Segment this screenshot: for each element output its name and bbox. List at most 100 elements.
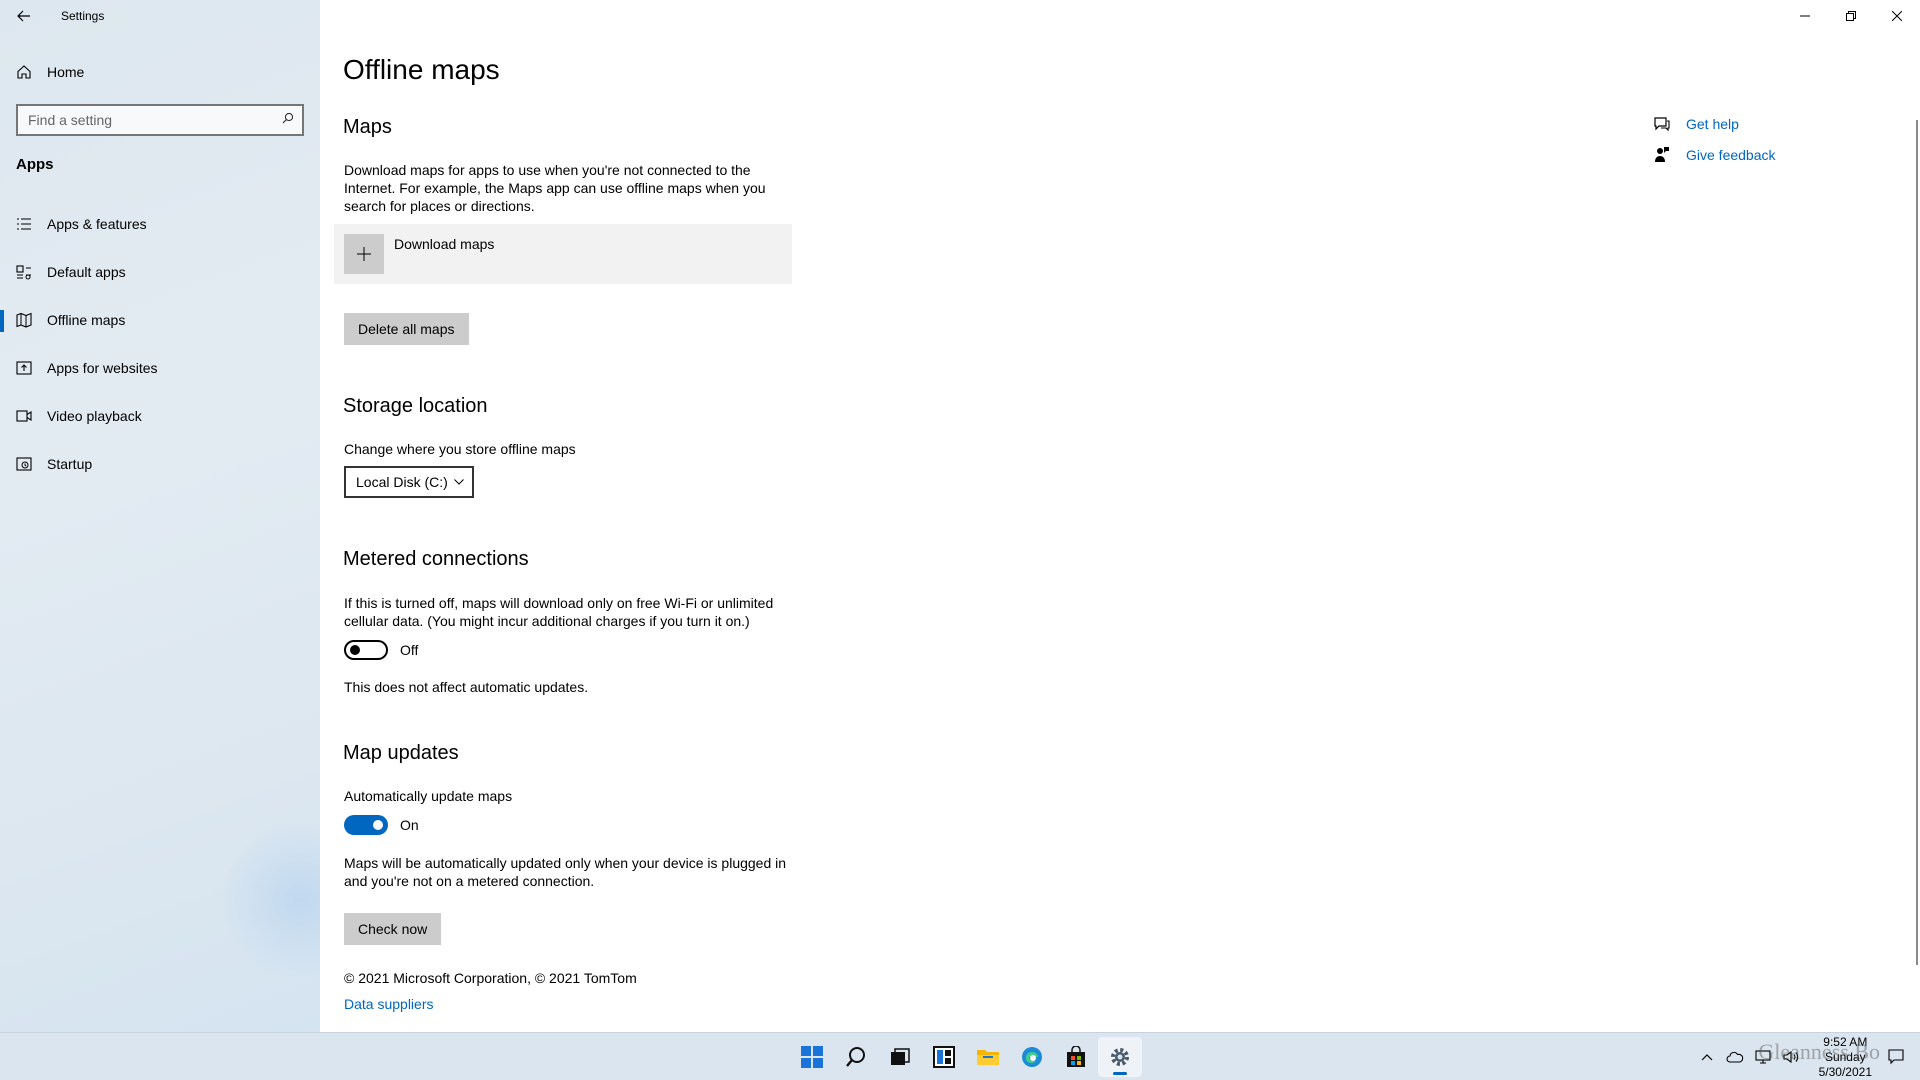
get-help-link[interactable]: Get help	[1652, 108, 1776, 139]
start-icon	[801, 1046, 823, 1068]
minimize-icon	[1800, 15, 1810, 17]
close-button[interactable]	[1874, 0, 1920, 32]
store-icon	[1067, 1046, 1085, 1067]
search-box[interactable]	[16, 104, 304, 136]
auto-update-caption: Automatically update maps	[344, 788, 513, 804]
help-panel: Get help Give feedback	[1652, 108, 1776, 170]
list-icon	[16, 216, 32, 232]
download-maps-button[interactable]: Download maps	[334, 224, 792, 284]
metered-note: This does not affect automatic updates.	[344, 679, 589, 695]
toggle-knob	[373, 820, 383, 830]
storage-location-dropdown[interactable]: Local Disk (C:)	[344, 466, 474, 498]
metered-toggle-state: Off	[400, 642, 419, 658]
storage-heading: Storage location	[343, 395, 488, 417]
search-icon	[846, 1047, 865, 1067]
give-feedback-link[interactable]: Give feedback	[1652, 139, 1776, 170]
widgets-button[interactable]	[922, 1037, 966, 1077]
sidebar-section-title: Apps	[16, 156, 54, 173]
page-title: Offline maps	[343, 54, 500, 85]
get-help-label: Get help	[1686, 115, 1739, 132]
sidebar-item-label: Video playback	[47, 408, 142, 424]
feedback-icon	[1652, 145, 1672, 165]
restore-icon	[1846, 11, 1856, 21]
map-updates-heading: Map updates	[343, 742, 459, 764]
auto-update-toggle[interactable]	[344, 815, 388, 835]
search-input[interactable]	[28, 112, 268, 128]
home-label: Home	[47, 64, 85, 80]
storage-selected-value: Local Disk (C:)	[356, 474, 448, 490]
scrollbar[interactable]	[1916, 120, 1918, 965]
restore-button[interactable]	[1828, 0, 1874, 32]
metered-heading: Metered connections	[343, 548, 529, 570]
close-icon	[1892, 11, 1902, 21]
main-content: Offline maps Maps Download maps for apps…	[320, 0, 1920, 1032]
volume-icon[interactable]	[1779, 1045, 1803, 1069]
maps-heading: Maps	[343, 116, 392, 138]
plus-icon	[344, 234, 384, 274]
sidebar-item-label: Apps for websites	[47, 360, 158, 376]
sidebar-item-apps-for-websites[interactable]: Apps for websites	[0, 344, 320, 392]
system-tray: 9:52 AM Sunday 5/30/2021	[1693, 1033, 1920, 1080]
web-link-icon	[16, 360, 32, 376]
storage-description: Change where you store offline maps	[344, 441, 576, 457]
chevron-down-icon	[454, 479, 464, 485]
maps-description: Download maps for apps to use when you'r…	[344, 162, 766, 214]
sidebar-item-home[interactable]: Home	[0, 56, 320, 88]
search-icon[interactable]	[282, 111, 294, 129]
video-icon	[16, 408, 32, 424]
sidebar: Settings Home Apps Apps & features Defau…	[0, 0, 380, 1032]
metered-description: If this is turned off, maps will downloa…	[344, 595, 774, 629]
map-icon	[16, 312, 32, 328]
title-bar: Settings	[0, 0, 104, 32]
sidebar-nav: Apps & features Default apps Offline map…	[0, 200, 320, 488]
copyright-text: © 2021 Microsoft Corporation, © 2021 Tom…	[344, 970, 637, 986]
download-maps-label: Download maps	[394, 236, 495, 252]
task-view-button[interactable]	[878, 1037, 922, 1077]
sidebar-item-offline-maps[interactable]: Offline maps	[0, 296, 320, 344]
back-button[interactable]	[0, 0, 48, 32]
sidebar-item-label: Startup	[47, 456, 93, 472]
sidebar-item-apps-features[interactable]: Apps & features	[0, 200, 320, 248]
clock[interactable]: 9:52 AM Sunday 5/30/2021	[1819, 1035, 1872, 1080]
network-icon[interactable]	[1751, 1045, 1775, 1069]
sidebar-item-default-apps[interactable]: Default apps	[0, 248, 320, 296]
store-button[interactable]	[1054, 1037, 1098, 1077]
edge-icon	[1022, 1047, 1042, 1067]
default-apps-icon	[16, 264, 32, 280]
minimize-button[interactable]	[1782, 0, 1828, 32]
delete-all-maps-button[interactable]: Delete all maps	[344, 313, 469, 345]
clock-date: 5/30/2021	[1818, 1064, 1872, 1079]
taskbar-search-button[interactable]	[834, 1037, 878, 1077]
file-explorer-button[interactable]	[966, 1037, 1010, 1077]
start-button[interactable]	[790, 1037, 834, 1077]
settings-icon	[1111, 1048, 1129, 1066]
chevron-up-icon[interactable]	[1695, 1045, 1719, 1069]
sidebar-item-startup[interactable]: Startup	[0, 440, 320, 488]
updates-description: Maps will be automatically updated only …	[344, 855, 787, 889]
taskbar: 9:52 AM Sunday 5/30/2021 Gleanness Bo	[0, 1032, 1920, 1080]
clock-time: 9:52 AM	[1823, 1034, 1868, 1049]
settings-taskbar-button[interactable]	[1098, 1037, 1142, 1077]
data-suppliers-link[interactable]: Data suppliers	[344, 996, 434, 1012]
task-view-icon	[891, 1048, 910, 1065]
window-title: Settings	[61, 9, 105, 23]
cloud-icon[interactable]	[1723, 1045, 1747, 1069]
edge-button[interactable]	[1010, 1037, 1054, 1077]
file-explorer-icon	[977, 1050, 999, 1065]
widgets-icon	[933, 1046, 955, 1068]
clock-day: Sunday	[1824, 1049, 1866, 1064]
sidebar-item-label: Default apps	[47, 264, 126, 280]
sidebar-item-label: Offline maps	[47, 312, 126, 328]
metered-toggle[interactable]	[344, 640, 388, 660]
toggle-knob	[350, 645, 360, 655]
notification-icon[interactable]	[1884, 1045, 1908, 1069]
startup-icon	[16, 456, 32, 472]
sidebar-item-label: Apps & features	[47, 216, 147, 232]
chat-help-icon	[1652, 114, 1672, 134]
sidebar-item-video-playback[interactable]: Video playback	[0, 392, 320, 440]
home-icon	[16, 64, 32, 80]
back-arrow-icon	[17, 10, 30, 22]
window-controls	[1782, 0, 1920, 32]
check-now-button[interactable]: Check now	[344, 913, 442, 945]
taskbar-apps	[790, 1033, 1142, 1080]
